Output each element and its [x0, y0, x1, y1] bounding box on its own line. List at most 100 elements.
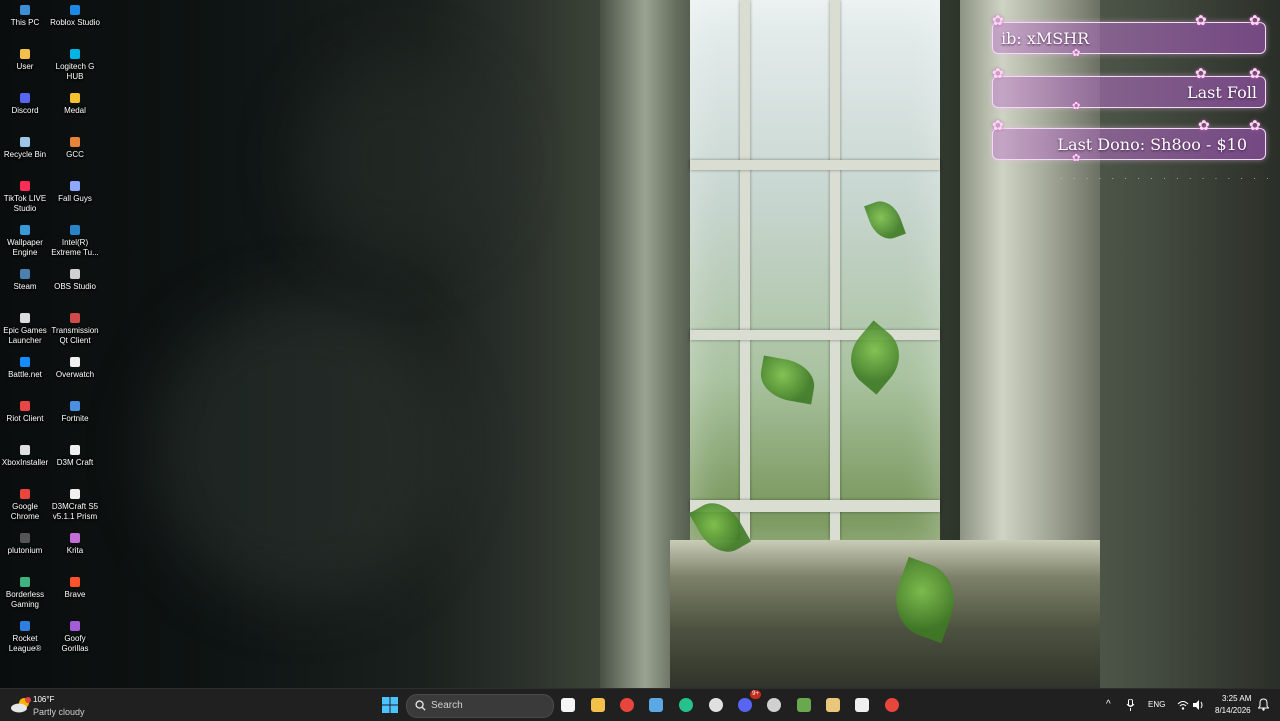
gcc-icon	[70, 137, 80, 147]
desktop-icon[interactable]: Krita	[50, 533, 100, 556]
obs-studio-icon	[767, 698, 781, 712]
flower-icon: ✿	[1072, 101, 1081, 112]
desktop-icon[interactable]: Overwatch	[50, 357, 100, 380]
desktop-icon-label: plutonium	[7, 546, 43, 555]
microsoft-store-button[interactable]	[556, 693, 580, 717]
desktop-icon-label: Riot Client	[6, 414, 44, 423]
intel-xtu-icon	[70, 225, 80, 235]
desktop-icon[interactable]: Intel(R) Extreme Tu...	[50, 225, 100, 258]
d3m-craft-icon	[70, 445, 80, 455]
desktop-icon[interactable]: Recycle Bin	[0, 137, 50, 160]
mask-icon	[855, 698, 869, 712]
clock-time[interactable]: 3:25 AM	[1222, 694, 1251, 703]
desktop-icon-label: Fortnite	[61, 414, 89, 423]
desktop-icon[interactable]: Discord	[0, 93, 50, 116]
windows-logo-icon	[382, 697, 398, 713]
flower-icon: ✿	[1072, 153, 1081, 164]
start-button[interactable]	[378, 693, 402, 717]
store-icon	[561, 698, 575, 712]
desktop-icon[interactable]: Battle.net	[0, 357, 50, 380]
desktop-icon[interactable]: plutonium	[0, 533, 50, 556]
file-explorer-button[interactable]	[586, 693, 610, 717]
desktop-icon[interactable]: Transmission Qt Client	[50, 313, 100, 346]
weather-widget[interactable]: 106°F Partly cloudy	[10, 693, 130, 717]
microphone-icon[interactable]	[1126, 699, 1135, 711]
desktop-icon[interactable]: Brave	[50, 577, 100, 600]
clock-date[interactable]: 8/14/2026	[1215, 706, 1251, 715]
app-window-button[interactable]	[644, 693, 668, 717]
overlay-last-dono-text: Last Dono: Sh8oo - $10	[1057, 135, 1247, 154]
show-hidden-icons-chevron-icon[interactable]: ^	[1106, 699, 1111, 710]
overlay-follow-text: ib: xMSHR	[1001, 29, 1090, 48]
gear-icon	[709, 698, 723, 712]
desktop-icon-label: Krita	[66, 546, 84, 555]
desktop-icon[interactable]: D3MCraft S5 v5.1.1 Prism	[50, 489, 100, 522]
volume-icon[interactable]	[1192, 699, 1204, 711]
desktop-icon[interactable]: Roblox Studio	[50, 5, 100, 28]
desktop-icon-label: Borderless Gaming	[5, 590, 45, 609]
desktop-icon[interactable]: Fortnite	[50, 401, 100, 424]
desktop-icon[interactable]: Rocket League®	[0, 621, 50, 654]
obs-button[interactable]	[762, 693, 786, 717]
flower-icon: ✿	[992, 65, 1004, 81]
desktop-icon-label: Medal	[64, 106, 86, 115]
this-pc-icon	[20, 5, 30, 15]
minecraft-button[interactable]	[792, 693, 816, 717]
riot-client-icon	[20, 401, 30, 411]
mask-app-button[interactable]	[850, 693, 874, 717]
search-icon	[415, 700, 426, 711]
medal-icon	[70, 93, 80, 103]
epic-games-icon	[20, 313, 30, 323]
discord-button[interactable]: 9+	[733, 690, 761, 717]
desktop-icon-label: Overwatch	[55, 370, 95, 379]
flower-icon: ✿	[1072, 48, 1081, 59]
desktop-icon[interactable]: Steam	[0, 269, 50, 292]
desktop-icon[interactable]: Wallpaper Engine	[0, 225, 50, 258]
desktop-icon-label: Steam	[13, 282, 37, 291]
desktop-icon[interactable]: Medal	[50, 93, 100, 116]
desktop-icon[interactable]: Google Chrome	[0, 489, 50, 522]
desktop-icon[interactable]: OBS Studio	[50, 269, 100, 292]
wall-stain	[150, 300, 450, 600]
desktop-icon[interactable]: D3M Craft	[50, 445, 100, 468]
steam-icon	[20, 269, 30, 279]
weather-temperature: 106°F	[33, 695, 55, 704]
taskbar-search-box[interactable]: Search	[406, 694, 554, 718]
cube-app-button[interactable]	[821, 693, 845, 717]
desktop-icon-label: XboxInstaller	[1, 458, 49, 467]
window-sill	[670, 540, 1100, 688]
desktop-icon-label: Fall Guys	[58, 194, 92, 203]
desktop-icon[interactable]: Goofy Gorillas	[50, 621, 100, 654]
folder-icon	[591, 698, 605, 712]
edge-icon	[679, 698, 693, 712]
transmission-icon	[70, 313, 80, 323]
desktop-icon[interactable]: GCC	[50, 137, 100, 160]
desktop-icon[interactable]: Riot Client	[0, 401, 50, 424]
desktop-icon-label: Rocket League®	[8, 634, 42, 653]
desktop-icon[interactable]: Epic Games Launcher	[0, 313, 50, 346]
discord-icon	[738, 698, 752, 712]
desktop-icon-label: OBS Studio	[54, 282, 96, 291]
notification-bell-icon[interactable]	[1258, 698, 1269, 711]
weather-condition: Partly cloudy	[33, 707, 85, 717]
desktop-icon-label: D3M Craft	[56, 458, 94, 467]
desktop-icon[interactable]: Fall Guys	[50, 181, 100, 204]
chrome-profile-button[interactable]	[880, 693, 904, 717]
desktop-icon[interactable]: Logitech G HUB	[50, 49, 100, 82]
desktop-icon[interactable]: Borderless Gaming	[0, 577, 50, 610]
settings-button[interactable]	[704, 693, 728, 717]
desktop-icon-label: TikTok LIVE Studio	[3, 194, 47, 213]
desktop-icon-label: Google Chrome	[10, 502, 40, 521]
language-indicator[interactable]: ENG	[1148, 700, 1165, 709]
fall-guys-icon	[70, 181, 80, 191]
flower-icon: ✿	[1195, 65, 1207, 81]
desktop-icon[interactable]: This PC	[0, 5, 50, 28]
desktop-icon[interactable]: XboxInstaller	[0, 445, 50, 468]
desktop-icon[interactable]: TikTok LIVE Studio	[0, 181, 50, 214]
chrome-button[interactable]	[615, 693, 639, 717]
overlay-follow-box: ib: xMSHR	[992, 22, 1266, 54]
edge-button[interactable]	[674, 693, 698, 717]
desktop-icon[interactable]: User	[0, 49, 50, 72]
wifi-icon[interactable]	[1177, 699, 1189, 711]
krita-icon	[70, 533, 80, 543]
